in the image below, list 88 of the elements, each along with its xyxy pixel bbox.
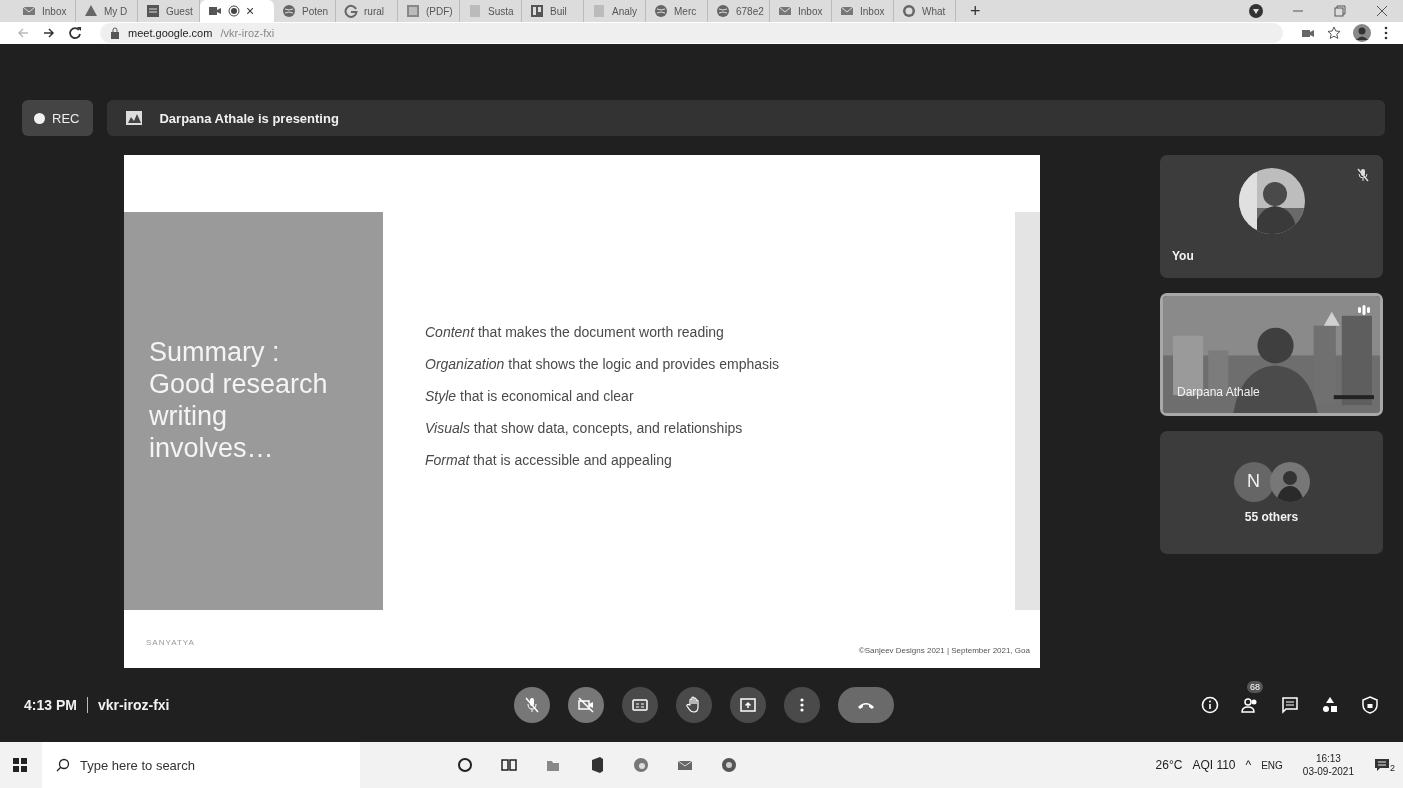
speaking-icon (1356, 304, 1372, 316)
count-badge: 68 (1247, 681, 1263, 693)
lock-icon (110, 27, 120, 39)
windows-icon[interactable] (12, 757, 28, 773)
forward-icon[interactable] (42, 26, 56, 40)
participant-name: Darpana Athale (1177, 385, 1260, 399)
participant-name: You (1172, 249, 1194, 263)
microphone-button[interactable] (514, 687, 550, 723)
tray-caret[interactable]: ^ (1245, 758, 1252, 772)
shapes-icon (1321, 696, 1339, 714)
bullet-point: Organization that shows the logic and provides emphasis (425, 355, 781, 374)
triangle-icon (84, 4, 98, 18)
slide-title: Summary : Good research writing involves… (149, 336, 329, 464)
search-icon (56, 758, 70, 772)
pdf-icon (406, 4, 420, 18)
meeting-code: vkr-iroz-fxi (97, 697, 170, 713)
account-icon[interactable] (1249, 4, 1263, 18)
search-field[interactable]: Type here to search (42, 742, 360, 788)
address-field[interactable]: meet.google.com /vkr-iroz-fxi (100, 23, 1283, 43)
camera-off-icon (577, 696, 595, 714)
profile-icon[interactable] (1353, 24, 1371, 42)
mail-icon (840, 4, 854, 18)
browser-icon[interactable] (720, 756, 738, 774)
browser-icon[interactable] (632, 756, 650, 774)
air-quality[interactable]: AQI 110 (1192, 758, 1236, 772)
close-tab-button[interactable]: × (246, 3, 255, 19)
notification-icon (1374, 757, 1390, 773)
chat-button[interactable] (1281, 696, 1299, 714)
chat-icon (902, 4, 916, 18)
recording-indicator: REC (22, 100, 94, 136)
more-icon (800, 698, 804, 712)
reload-icon[interactable] (68, 26, 82, 40)
presenting-banner: Darpana Athale is presenting (107, 100, 1385, 136)
mic-off-icon (523, 696, 541, 714)
slide-footer: ©Sanjeev Designs 2021 | September 2021, Goa (858, 638, 1030, 655)
phone-icon (858, 701, 874, 709)
document-icon (146, 4, 160, 18)
avatar-initial: N (1233, 461, 1274, 502)
participant-tile[interactable]: You (1160, 155, 1383, 278)
meeting-time: 4:13 PM (24, 697, 77, 713)
task-view-icon[interactable] (500, 756, 518, 774)
browser-tab[interactable]: × (200, 0, 274, 22)
star-icon[interactable] (1327, 26, 1341, 40)
search-input[interactable]: Type here to search (80, 750, 340, 780)
chat-icon (1281, 696, 1299, 714)
language-indicator[interactable]: ENG (1261, 759, 1283, 771)
bullet-point: Content that makes the document worth reading (425, 323, 725, 342)
info-icon (1201, 696, 1219, 714)
shield-icon (1361, 696, 1379, 714)
more-options-button[interactable] (784, 687, 820, 723)
captions-button[interactable] (622, 687, 658, 723)
mail-icon (778, 4, 792, 18)
bullet-point: Visuals that show data, concepts, and relationships (425, 419, 744, 438)
raise-hand-button[interactable] (676, 687, 712, 723)
cortana-icon[interactable] (456, 756, 474, 774)
presentation-icon (125, 110, 144, 126)
board-icon (530, 4, 544, 18)
notifications-button[interactable]: 2 (1374, 757, 1395, 773)
g-icon (344, 4, 358, 18)
clock[interactable]: 16:13 03-09-2021 (1292, 752, 1364, 778)
present-icon (739, 696, 757, 714)
safety-button[interactable] (1361, 696, 1379, 714)
logo-text: SANYATYA (146, 638, 195, 647)
document-icon (468, 4, 482, 18)
leave-call-button[interactable] (838, 687, 894, 723)
close-icon[interactable] (1375, 4, 1389, 18)
new-tab-button[interactable]: + (956, 0, 995, 22)
globe-icon (716, 4, 730, 18)
participant-tile[interactable]: Darpana Athale (1160, 293, 1383, 416)
more-icon[interactable] (1383, 26, 1389, 40)
camera-icon (208, 4, 222, 18)
present-button[interactable] (730, 687, 766, 723)
restore-icon[interactable] (1333, 4, 1347, 18)
weather-temperature[interactable]: 26°C (1155, 758, 1183, 772)
bullet-point: Format that is accessible and appealing (425, 451, 673, 470)
bullet-point: Style that is economical and clear (425, 387, 635, 406)
people-icon (1241, 696, 1259, 714)
camera-button[interactable] (568, 687, 604, 723)
activities-button[interactable] (1321, 696, 1339, 714)
participant-tile[interactable]: N 55 others (1160, 431, 1383, 554)
captions-icon (631, 696, 649, 714)
info-button[interactable] (1201, 696, 1219, 714)
mail-icon (22, 4, 36, 18)
document-icon (592, 4, 606, 18)
globe-icon (282, 4, 296, 18)
others-count: 55 others (1244, 509, 1299, 524)
recording-icon (228, 5, 240, 17)
globe-icon (654, 4, 668, 18)
